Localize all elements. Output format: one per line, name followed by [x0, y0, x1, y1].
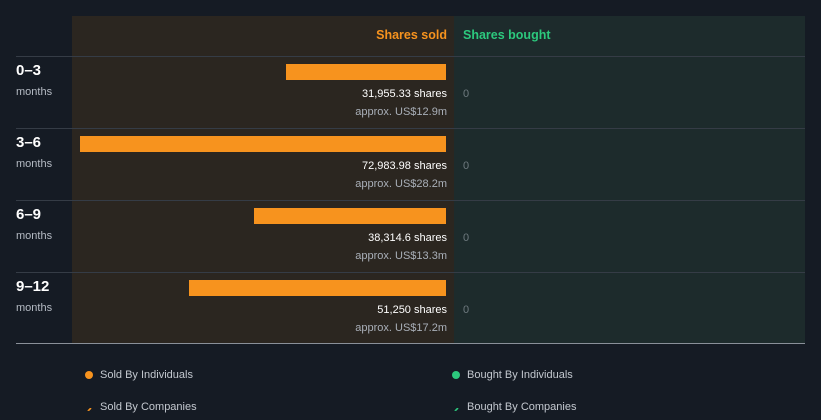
period-unit: months	[16, 158, 53, 170]
shares-bought-value: 0	[463, 304, 470, 316]
row-divider	[16, 128, 805, 129]
legend-sold-companies[interactable]: Sold By Companies	[100, 401, 197, 413]
approx-value: approx. US$28.2m	[355, 178, 447, 190]
period-unit: months	[16, 302, 53, 314]
period-label: 6–9	[16, 206, 42, 223]
sold-bar	[285, 64, 446, 80]
sold-bar	[80, 136, 446, 152]
period-label: 9–12	[16, 278, 50, 295]
shares-sold-value: 38,314.6 shares	[368, 232, 447, 244]
bought-companies-hatch-icon	[452, 403, 460, 411]
period-unit: months	[16, 86, 53, 98]
bought-individuals-swatch-icon	[452, 371, 460, 379]
row-divider	[16, 56, 805, 57]
shares-bought-header: Shares bought	[463, 28, 551, 42]
shares-bought-value: 0	[463, 88, 470, 100]
legend-bought-individuals[interactable]: Bought By Individuals	[467, 369, 573, 381]
approx-value: approx. US$12.9m	[355, 106, 447, 118]
shares-sold-header: Shares sold	[376, 28, 447, 42]
sold-bar	[253, 208, 446, 224]
shares-sold-value: 72,983.98 shares	[361, 160, 447, 172]
shares-sold-value: 51,250 shares	[377, 304, 447, 316]
row-divider	[16, 272, 805, 273]
sold-companies-hatch-icon	[85, 403, 93, 411]
shares-bought-value: 0	[463, 232, 470, 244]
shares-bought-panel	[454, 16, 805, 343]
legend-sold-individuals[interactable]: Sold By Individuals	[100, 369, 193, 381]
period-label: 0–3	[16, 62, 42, 79]
row-divider	[16, 200, 805, 201]
shares-sold-value: 31,955.33 shares	[361, 88, 447, 100]
sold-individuals-swatch-icon	[85, 371, 93, 379]
period-unit: months	[16, 230, 53, 242]
insider-trading-chart: Shares sold Shares bought 0–3 months 31,…	[0, 0, 821, 420]
approx-value: approx. US$13.3m	[355, 250, 447, 262]
approx-value: approx. US$17.2m	[355, 322, 447, 334]
shares-bought-value: 0	[463, 160, 470, 172]
legend-bought-companies[interactable]: Bought By Companies	[467, 401, 576, 413]
sold-bar	[188, 280, 446, 296]
period-label: 3–6	[16, 134, 42, 151]
chart-baseline	[16, 343, 805, 344]
